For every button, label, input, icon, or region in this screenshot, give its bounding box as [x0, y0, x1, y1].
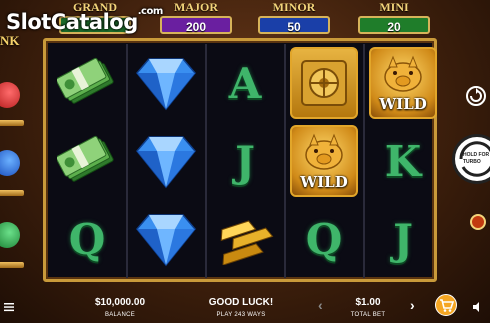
- bet-decrease-button[interactable]: ‹: [318, 297, 323, 313]
- a-letter: A: [228, 58, 262, 108]
- status-message: GOOD LUCK!: [208, 297, 274, 308]
- bet-increase-button[interactable]: ›: [410, 297, 415, 313]
- watermark-domain: .com: [137, 6, 164, 17]
- reel-3: A J: [207, 44, 283, 278]
- reel-4: WILD Q: [286, 44, 362, 278]
- wild-pig-tile: WILD: [290, 125, 358, 197]
- symbol-diamond: [130, 124, 202, 198]
- menu-icon[interactable]: [4, 299, 14, 312]
- k-letter: K: [384, 136, 422, 186]
- jackpot-minor: MINOR 50: [257, 1, 331, 35]
- bet-settings-button[interactable]: [470, 214, 486, 230]
- autoplay-button[interactable]: [466, 86, 486, 106]
- symbol-j: J: [367, 202, 439, 276]
- reel-2: [128, 44, 204, 278]
- ways-label: PLAY 243 WAYS: [216, 312, 266, 318]
- gold-pig-icon: [384, 55, 422, 92]
- piggy-stand: [0, 262, 24, 268]
- wild-label: WILD: [379, 95, 427, 113]
- jackpot-major: MAJOR 200: [159, 1, 233, 35]
- jackpot-major-value: 200: [160, 16, 232, 34]
- diamond-icon: [136, 136, 196, 189]
- jackpot-major-label: MAJOR: [174, 0, 218, 14]
- symbol-vault: [288, 46, 360, 120]
- symbol-gold-bars: [209, 202, 281, 276]
- symbol-k: K: [367, 124, 439, 198]
- symbol-cash-stack: [51, 124, 123, 198]
- jackpot-mini-label: MINI: [379, 0, 409, 14]
- jackpot-mini-value: 20: [358, 16, 430, 34]
- symbol-wild: WILD: [288, 124, 360, 198]
- reel-5: WILD K J: [365, 44, 441, 278]
- jackpot-minor-label: MINOR: [272, 0, 316, 14]
- refresh-icon: [470, 88, 482, 102]
- j-letter: J: [235, 136, 255, 186]
- watermark: SlotCatalog.com: [6, 6, 163, 34]
- hold-for-text: HOLD FOR: [463, 152, 490, 158]
- total-bet-label: TOTAL BET: [350, 312, 386, 318]
- reel-area: Q A J WILD Q WILD K J: [43, 38, 437, 282]
- balance-label: BALANCE: [104, 312, 136, 318]
- vault-dial-icon: [301, 60, 347, 106]
- hold-turbo-label: HOLD FOR TURBO: [463, 152, 490, 166]
- symbol-diamond: [130, 46, 202, 120]
- diamond-icon: [136, 58, 196, 111]
- wild-pig-tile: WILD: [369, 47, 437, 119]
- q-letter: Q: [305, 214, 343, 264]
- turbo-text: TURBO: [463, 159, 481, 165]
- piggy-stand: [0, 120, 24, 126]
- jackpot-minor-value: 50: [258, 16, 330, 34]
- symbol-wild: WILD: [367, 46, 439, 120]
- q-letter: Q: [68, 214, 106, 264]
- cart-icon: [440, 299, 455, 312]
- buy-feature-button[interactable]: [435, 294, 457, 316]
- symbol-j: J: [209, 124, 281, 198]
- symbol-q: Q: [51, 202, 123, 276]
- game-logo-fragment: NK: [0, 33, 20, 48]
- gold-pig-icon: [305, 133, 343, 170]
- symbol-diamond: [130, 202, 202, 276]
- gold-bars-icon: [220, 220, 274, 265]
- diamond-icon: [136, 214, 196, 267]
- symbol-a: A: [209, 46, 281, 120]
- spin-button[interactable]: HOLD FOR TURBO: [452, 134, 490, 184]
- vault-icon: [290, 47, 358, 119]
- j-letter: J: [393, 214, 413, 264]
- reel-1: Q: [49, 44, 125, 278]
- watermark-text: SlotCatalog: [6, 10, 138, 34]
- total-bet-value: $1.00: [355, 297, 381, 308]
- jackpot-mini: MINI 20: [357, 1, 431, 35]
- piggy-stand: [0, 190, 24, 196]
- symbol-cash-stack: [51, 46, 123, 120]
- symbol-q: Q: [288, 202, 360, 276]
- cash-stack-icon: [57, 135, 114, 182]
- wild-label: WILD: [300, 173, 348, 191]
- cash-stack-icon: [57, 57, 114, 104]
- sound-icon[interactable]: [472, 300, 484, 312]
- balance-value: $10,000.00: [94, 297, 146, 308]
